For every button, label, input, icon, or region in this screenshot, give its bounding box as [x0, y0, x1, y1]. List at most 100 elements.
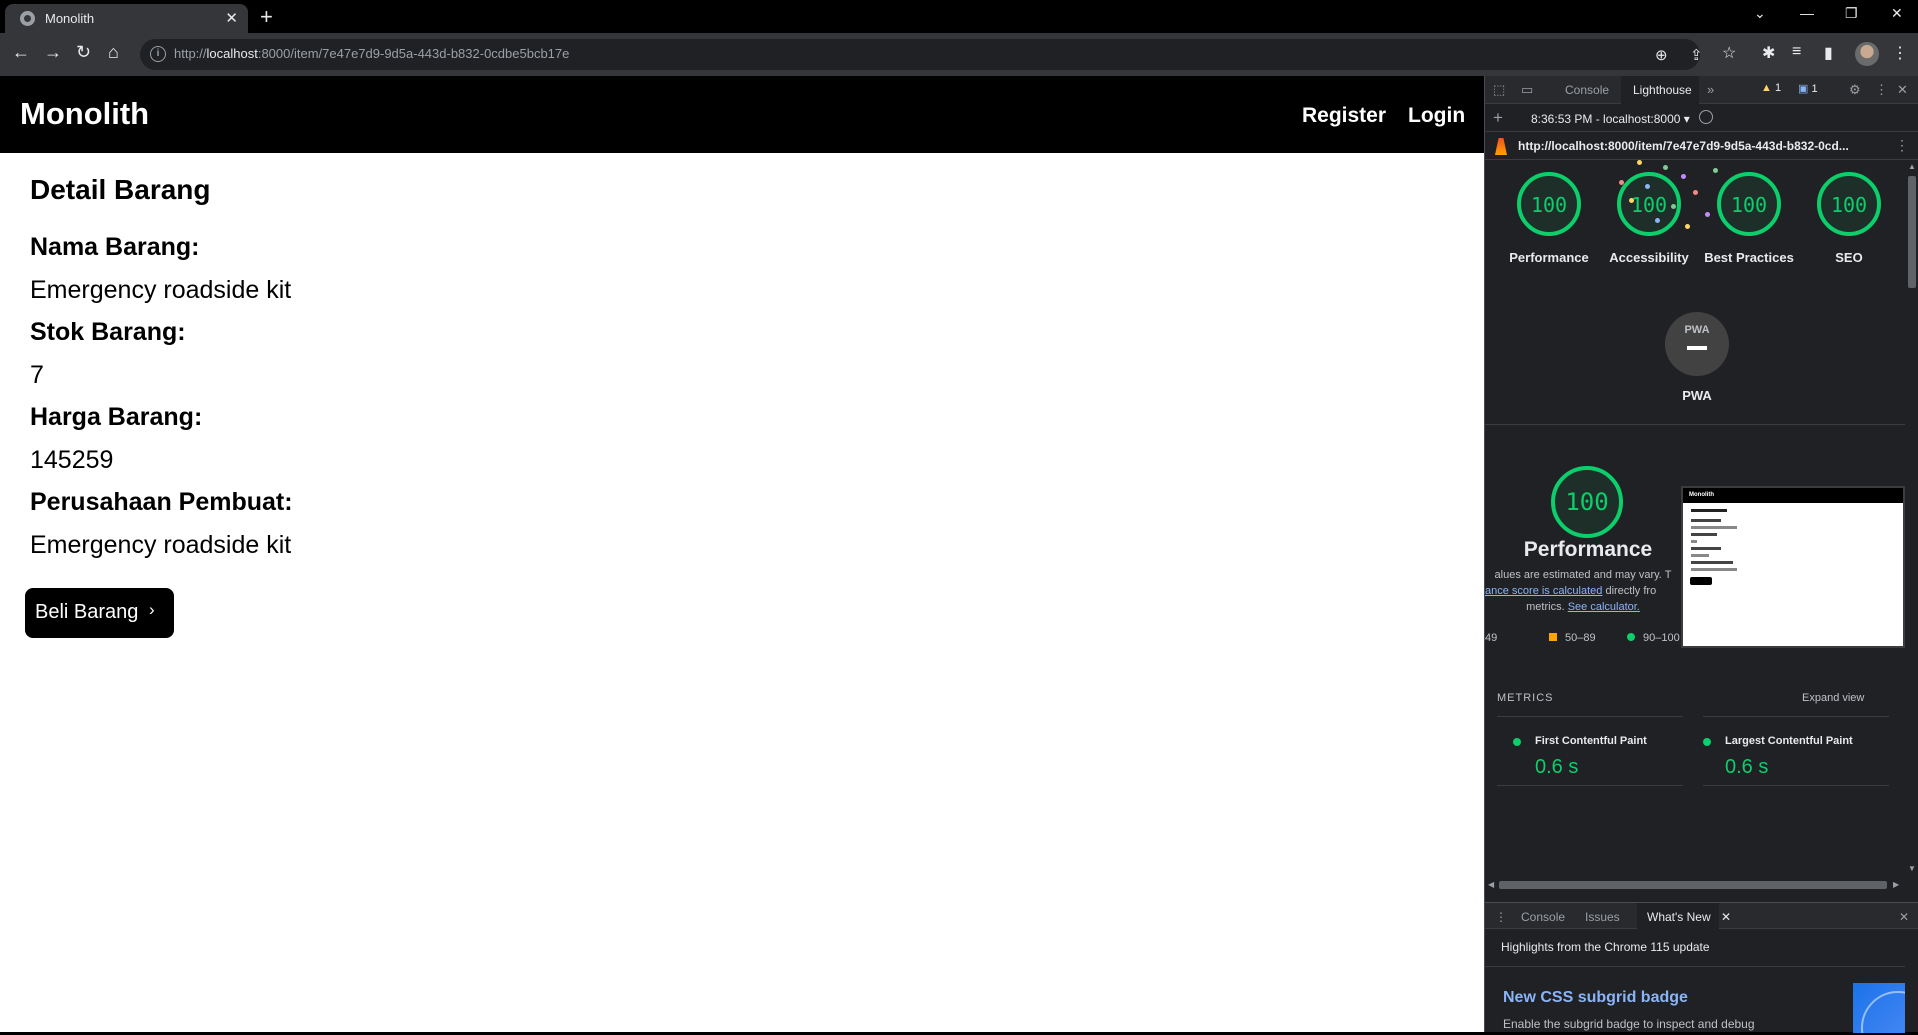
average-square-icon	[1549, 633, 1557, 641]
divider	[1485, 424, 1905, 425]
site-brand[interactable]: Monolith	[20, 96, 149, 132]
field-label-perusahaan: Perusahaan Pembuat:	[30, 488, 293, 516]
devtools-panel: ⬚ ▭ Console Lighthouse » ▲ 1 ▣ 1 ⚙ ⋮ ✕ +…	[1484, 76, 1918, 1033]
close-devtools-icon[interactable]: ✕	[1897, 82, 1908, 98]
close-tab-icon[interactable]: ✕	[1721, 910, 1731, 924]
side-panel-icon[interactable]: ▮	[1824, 43, 1833, 63]
drawer-tab-bar: ⋮ Console Issues What's New ✕ ✕	[1485, 903, 1918, 929]
scroll-down-icon[interactable]: ▼	[1908, 864, 1916, 873]
pwa-label: PWA	[1682, 388, 1712, 403]
whats-new-highlights: Highlights from the Chrome 115 update	[1501, 940, 1710, 954]
scroll-left-icon[interactable]: ◀	[1488, 880, 1494, 889]
tab-lighthouse[interactable]: Lighthouse	[1633, 83, 1692, 97]
confetti	[1637, 160, 1642, 165]
expand-view-toggle[interactable]: Expand view	[1802, 692, 1864, 704]
news-title-link[interactable]: New CSS subgrid badge	[1503, 989, 1688, 1007]
inspect-element-icon[interactable]: ⬚	[1493, 82, 1505, 98]
scroll-up-icon[interactable]: ▲	[1908, 162, 1916, 171]
close-tab-icon[interactable]: ✕	[225, 9, 238, 27]
media-icon[interactable]: ≡	[1792, 43, 1801, 61]
drawer-tab-issues[interactable]: Issues	[1585, 910, 1620, 924]
best-practices-gauge[interactable]: 100	[1717, 172, 1781, 236]
confetti	[1671, 204, 1676, 209]
pwa-dash-icon	[1687, 346, 1707, 350]
seo-gauge[interactable]: 100	[1817, 172, 1881, 236]
thumbnail-header: Monolith	[1683, 488, 1903, 503]
metrics-heading: METRICS	[1497, 692, 1554, 704]
clear-reports-icon[interactable]	[1699, 110, 1713, 124]
pwa-badge[interactable]: PWA	[1665, 312, 1729, 376]
zoom-icon[interactable]: ⊕	[1655, 46, 1668, 64]
thumbnail-line	[1691, 509, 1727, 512]
confetti	[1713, 168, 1718, 173]
extensions-icon[interactable]: ✱	[1762, 43, 1775, 63]
url-text[interactable]: http://localhost:8000/item/7e47e7d9-9d5a…	[174, 46, 569, 61]
new-tab-button[interactable]: +	[260, 4, 273, 30]
buy-button-label: Beli Barang	[35, 601, 139, 623]
chevron-right-icon: ›	[149, 600, 155, 619]
settings-gear-icon[interactable]: ⚙	[1849, 82, 1861, 98]
confetti	[1663, 165, 1668, 170]
accessibility-label: Accessibility	[1609, 250, 1689, 265]
new-report-icon[interactable]: +	[1493, 108, 1503, 128]
confetti	[1681, 174, 1686, 179]
tab-console[interactable]: Console	[1565, 83, 1609, 97]
close-window-button[interactable]: ✕	[1891, 5, 1903, 22]
metric-value: 0.6 s	[1535, 756, 1579, 778]
login-link[interactable]: Login	[1408, 104, 1465, 128]
metric-name: First Contentful Paint	[1535, 735, 1647, 747]
performance-gauge[interactable]: 100	[1517, 172, 1581, 236]
back-icon[interactable]: ←	[12, 42, 30, 62]
field-value-nama: Emergency roadside kit	[30, 276, 292, 304]
report-horizontal-scrollbar[interactable]: ◀ ▶	[1485, 878, 1905, 892]
share-icon[interactable]: ⇪	[1690, 46, 1703, 64]
pass-dot-icon	[1627, 633, 1635, 641]
devtools-menu-icon[interactable]: ⋮	[1875, 82, 1888, 98]
warning-badge[interactable]: ▲ 1	[1761, 82, 1781, 94]
thumbnail-line	[1691, 547, 1721, 550]
drawer-menu-icon[interactable]: ⋮	[1495, 910, 1507, 924]
drawer-tab-console[interactable]: Console	[1521, 910, 1565, 924]
confetti	[1693, 190, 1698, 195]
seo-label: SEO	[1835, 250, 1863, 265]
drawer-tab-whats-new[interactable]: What's New	[1647, 910, 1711, 924]
bookmark-star-icon[interactable]: ☆	[1722, 43, 1736, 63]
globe-icon	[20, 11, 35, 26]
browser-tab[interactable]: Monolith ✕	[5, 4, 248, 33]
address-bar[interactable]: i http://localhost:8000/item/7e47e7d9-9d…	[140, 39, 1703, 70]
scroll-right-icon[interactable]: ▶	[1893, 880, 1899, 889]
page-screenshot-thumbnail[interactable]: Monolith	[1681, 486, 1905, 648]
performance-description-3: metrics. See calculator.	[1526, 601, 1640, 613]
thumbnail-line	[1691, 568, 1737, 571]
home-icon[interactable]: ⌂	[108, 42, 119, 62]
reload-icon[interactable]: ↻	[76, 42, 91, 62]
profile-avatar[interactable]	[1855, 42, 1879, 66]
score-calculated-link[interactable]: ance score is calculated	[1485, 585, 1602, 597]
legend-fail: 49	[1485, 632, 1498, 644]
tab-search-icon[interactable]: ⌄	[1754, 5, 1766, 22]
lighthouse-toolbar: + 8:36:53 PM - localhost:8000 ▾	[1485, 104, 1918, 132]
device-toolbar-icon[interactable]: ▭	[1521, 82, 1533, 98]
restore-button[interactable]: ❐	[1845, 5, 1858, 22]
site-info-icon[interactable]: i	[150, 46, 166, 62]
register-link[interactable]: Register	[1302, 104, 1386, 128]
forward-icon[interactable]: →	[44, 42, 62, 62]
minimize-button[interactable]: —	[1800, 5, 1814, 21]
scrollbar-thumb[interactable]	[1908, 176, 1916, 288]
more-tabs-icon[interactable]: »	[1707, 82, 1714, 97]
performance-big-gauge: 100	[1551, 466, 1623, 538]
thumbnail-line	[1691, 540, 1697, 543]
see-calculator-link[interactable]: See calculator.	[1568, 601, 1640, 613]
confetti	[1685, 224, 1690, 229]
report-selector[interactable]: 8:36:53 PM - localhost:8000 ▾	[1531, 112, 1690, 126]
legend-pass: 90–100	[1627, 632, 1680, 644]
browser-tab-strip: Monolith ✕ + ⌄ — ❐ ✕	[0, 0, 1918, 33]
report-vertical-scrollbar[interactable]: ▲ ▼	[1905, 160, 1918, 878]
menu-kebab-icon[interactable]: ⋮	[1892, 43, 1908, 63]
message-badge[interactable]: ▣ 1	[1798, 82, 1818, 95]
scrollbar-thumb[interactable]	[1499, 881, 1887, 889]
field-label-harga: Harga Barang:	[30, 403, 203, 431]
close-drawer-icon[interactable]: ✕	[1899, 910, 1909, 924]
report-menu-icon[interactable]: ⋮	[1895, 137, 1909, 154]
buy-button[interactable]: Beli Barang ›	[25, 588, 174, 638]
